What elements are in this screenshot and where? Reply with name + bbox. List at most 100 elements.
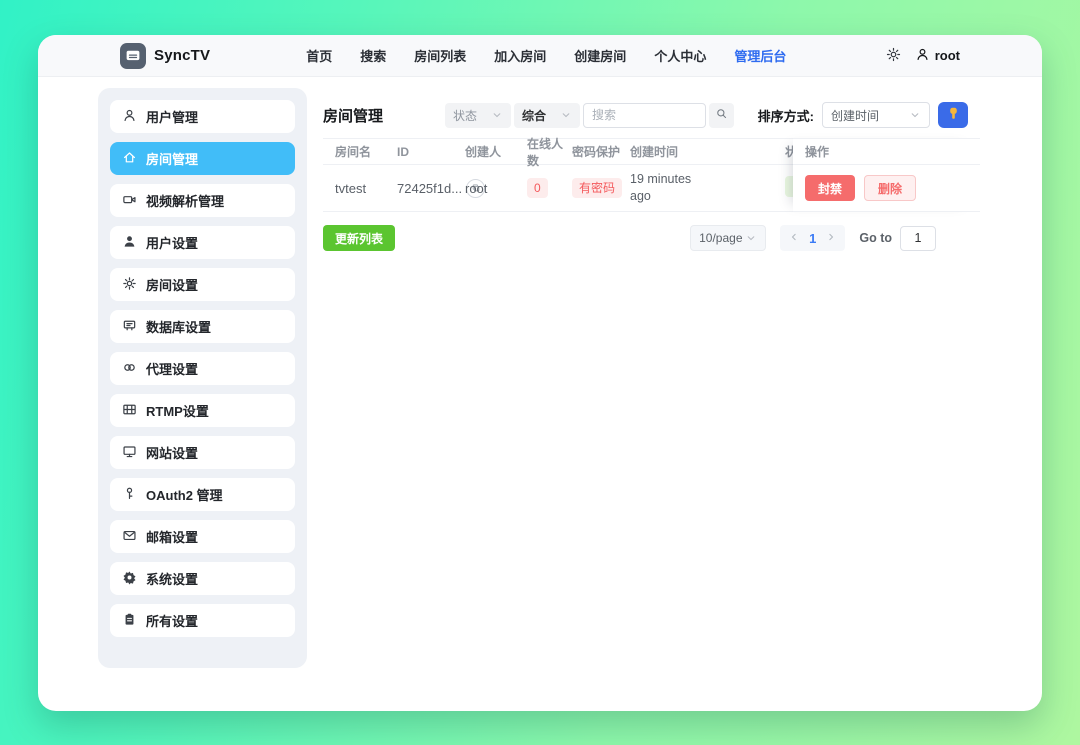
content-layout: 用户管理 房间管理 视频解析管理 用户设置 房间设置 数据库设置 代理设置 RT…	[38, 77, 1042, 668]
home-icon	[122, 150, 137, 168]
cell-creator: root	[465, 180, 488, 196]
navbar-right: root	[886, 47, 960, 65]
rooms-table: 房间名 ID 创建人 在线人数 密码保护 创建时间 状态 tvtest 7242…	[323, 137, 980, 212]
sidebar-item-label: 用户管理	[146, 110, 199, 125]
sidebar-item-label: 代理设置	[146, 362, 199, 377]
sidebar-item-label: 系统设置	[146, 572, 199, 587]
sidebar-item-label: 数据库设置	[146, 320, 212, 335]
sidebar-item-system-settings[interactable]: 系统设置	[110, 562, 295, 595]
nav-link-search[interactable]: 搜索	[360, 46, 386, 65]
next-page-button[interactable]	[825, 231, 837, 246]
online-count-badge: 0	[527, 177, 548, 199]
sort-field-value: 创建时间	[831, 108, 880, 123]
top-navbar: SyncTV 首页 搜索 房间列表 加入房间 创建房间 个人中心 管理后台 ro…	[38, 35, 1042, 77]
sidebar-item-label: 用户设置	[146, 236, 199, 251]
sidebar-item-label: 邮箱设置	[146, 530, 199, 545]
col-header-password: 密码保护	[572, 145, 621, 159]
goto-page-input[interactable]	[900, 225, 936, 251]
nav-links: 首页 搜索 房间列表 加入房间 创建房间 个人中心 管理后台	[306, 46, 786, 65]
sidebar-item-label: 房间设置	[146, 278, 199, 293]
chevron-left-icon	[788, 231, 800, 246]
search-input[interactable]	[583, 102, 707, 128]
status-filter-select[interactable]: 状态	[445, 102, 512, 128]
sidebar-item-room-settings[interactable]: 房间设置	[110, 268, 295, 301]
per-page-value: 10/page	[699, 231, 743, 245]
search-icon	[715, 107, 728, 123]
search-button[interactable]	[709, 102, 735, 128]
gear-icon	[122, 276, 137, 294]
goto-label: Go to	[859, 231, 892, 245]
chevron-down-icon	[560, 109, 572, 121]
nav-link-profile[interactable]: 个人中心	[654, 46, 706, 65]
brand-name: SyncTV	[154, 47, 211, 64]
sidebar-item-rtmp-settings[interactable]: RTMP设置	[110, 394, 295, 427]
sidebar-item-site-settings[interactable]: 网站设置	[110, 436, 295, 469]
sidebar-item-oauth2[interactable]: OAuth2 管理	[110, 478, 295, 511]
sidebar-item-proxy-settings[interactable]: 代理设置	[110, 352, 295, 385]
chevron-down-icon	[491, 109, 503, 121]
cell-password: 有密码	[572, 177, 630, 199]
ban-button[interactable]: 封禁	[805, 175, 856, 201]
desktop-background: { "navbar": { "brand": "SyncTV", "links"…	[0, 0, 1080, 745]
user-menu[interactable]: root	[915, 47, 960, 65]
brand[interactable]: SyncTV	[120, 42, 211, 69]
mail-icon	[122, 528, 137, 546]
chevron-down-icon	[909, 109, 921, 121]
sidebar-item-database-settings[interactable]: 数据库设置	[110, 310, 295, 343]
nav-link-room-list[interactable]: 房间列表	[414, 46, 466, 65]
status-filter-value: 状态	[453, 108, 478, 123]
sort-area: 排序方式: 创建时间	[758, 102, 968, 128]
hand-pointing-down-icon	[946, 106, 961, 124]
film-grid-icon	[122, 402, 137, 420]
sidebar-item-label: 视频解析管理	[146, 194, 225, 209]
delete-button[interactable]: 删除	[864, 175, 917, 201]
sort-label: 排序方式:	[757, 108, 814, 124]
sidebar-item-user-management[interactable]: 用户管理	[110, 100, 295, 133]
sidebar-item-email-settings[interactable]: 邮箱设置	[110, 520, 295, 553]
sidebar-item-label: OAuth2 管理	[146, 488, 223, 503]
refresh-list-button[interactable]: 更新列表	[323, 225, 396, 251]
sidebar-item-label: RTMP设置	[146, 404, 209, 419]
cell-created-time: 19 minutes ago	[630, 171, 785, 206]
nav-link-join-room[interactable]: 加入房间	[494, 46, 546, 65]
sidebar-item-user-settings[interactable]: 用户设置	[110, 226, 295, 259]
col-header-created: 创建时间	[630, 145, 679, 159]
app-window: SyncTV 首页 搜索 房间列表 加入房间 创建房间 个人中心 管理后台 ro…	[38, 35, 1042, 711]
sidebar-item-room-management[interactable]: 房间管理	[110, 142, 295, 175]
toolbar: 房间管理 状态 综合 排序方式:	[323, 101, 980, 129]
synctv-logo-icon	[120, 42, 146, 69]
key-icon	[122, 486, 137, 504]
database-board-icon	[122, 318, 137, 336]
video-camera-icon	[122, 192, 137, 210]
sort-direction-button[interactable]	[938, 102, 968, 128]
category-filter-select[interactable]: 综合	[514, 102, 581, 128]
action-column-sticky: 操作 封禁 删除	[793, 138, 980, 212]
col-header-actions: 操作	[793, 138, 980, 165]
gear-filled-icon	[122, 570, 137, 588]
page-title: 房间管理	[323, 107, 384, 125]
prev-page-button[interactable]	[788, 231, 800, 246]
pagination: 1	[780, 225, 846, 251]
admin-sidebar: 用户管理 房间管理 视频解析管理 用户设置 房间设置 数据库设置 代理设置 RT…	[98, 88, 307, 668]
current-page[interactable]: 1	[809, 231, 816, 246]
cell-online-count: 0	[527, 177, 572, 199]
category-filter-value: 综合	[522, 108, 547, 123]
main-panel: 房间管理 状态 综合 排序方式:	[323, 88, 980, 668]
sun-icon	[886, 47, 901, 65]
per-page-select[interactable]: 10/page	[690, 225, 767, 251]
sidebar-item-video-parse[interactable]: 视频解析管理	[110, 184, 295, 217]
nav-link-admin[interactable]: 管理后台	[734, 46, 786, 65]
cell-actions: 封禁 删除	[793, 165, 980, 212]
chevron-right-icon	[825, 231, 837, 246]
user-icon	[122, 108, 137, 126]
cell-room-name: tvtest	[335, 180, 367, 196]
sort-field-select[interactable]: 创建时间	[822, 102, 930, 128]
nav-link-home[interactable]: 首页	[306, 46, 332, 65]
room-id-text: 72425f1d...	[397, 180, 463, 196]
sidebar-item-label: 网站设置	[146, 446, 199, 461]
clipboard-icon	[122, 612, 137, 630]
nav-link-create-room[interactable]: 创建房间	[574, 46, 626, 65]
theme-toggle-button[interactable]	[886, 47, 901, 65]
sidebar-item-all-settings[interactable]: 所有设置	[110, 604, 295, 637]
monitor-icon	[122, 444, 137, 462]
